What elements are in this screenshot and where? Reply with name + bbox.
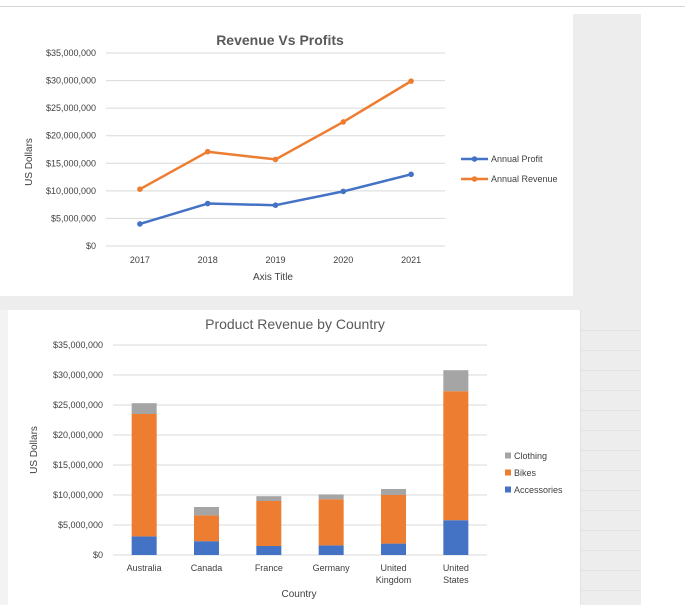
bar-segment (381, 489, 406, 495)
y-tick-label: $15,000,000 (46, 158, 96, 168)
y-tick-label: $25,000,000 (53, 400, 103, 410)
x-axis-title: Country (281, 589, 316, 600)
bar-segment (256, 501, 282, 546)
bar-segment (256, 496, 282, 501)
y-tick-label: $0 (86, 241, 96, 251)
cell-gridline (580, 510, 641, 511)
y-tick-label: $20,000,000 (46, 131, 96, 141)
y-tick-label: $10,000,000 (46, 186, 96, 196)
cell-gridline (580, 410, 641, 411)
x-tick-label: Kingdom (376, 575, 412, 585)
y-tick-label: $35,000,000 (53, 340, 103, 350)
bar-segment (194, 515, 219, 542)
bar-segment (318, 494, 344, 500)
legend-swatch (505, 469, 511, 476)
y-tick-label: $15,000,000 (53, 460, 103, 470)
cell-gridline (580, 470, 641, 471)
cell-gridline (580, 350, 641, 351)
cell-gridline (580, 450, 641, 451)
bar-segment (194, 541, 219, 555)
legend-label: Annual Profit (491, 154, 543, 164)
data-point (137, 221, 143, 227)
sheet-left-strip (0, 310, 8, 605)
x-tick-label: 2020 (333, 255, 353, 265)
y-tick-label: $35,000,000 (46, 48, 96, 58)
cell-gridline (580, 430, 641, 431)
cell-gridline (580, 550, 641, 551)
x-axis-title: Axis Title (253, 272, 293, 283)
bar-segment (443, 520, 469, 555)
bar-segment (443, 391, 469, 521)
bar-segment (381, 495, 406, 544)
chart-title: Revenue Vs Profits (216, 32, 344, 48)
bar-chart-product-revenue[interactable]: Product Revenue by Country Country US Do… (10, 310, 580, 605)
legend-marker (471, 156, 478, 162)
line-chart-revenue-vs-profits[interactable]: Revenue Vs Profits Axis Title US Dollars… (8, 14, 573, 296)
cell-gridline (580, 530, 641, 531)
cell-gridline (580, 490, 641, 491)
bar-segment (318, 499, 344, 546)
cell-gridline (580, 310, 581, 605)
legend-label: Bikes (514, 468, 537, 478)
legend-label: Accessories (514, 485, 563, 495)
line-chart-svg: Revenue Vs Profits Axis Title US Dollars… (24, 32, 558, 283)
chart-title: Product Revenue by Country (205, 316, 385, 332)
data-point (408, 171, 414, 178)
data-point (272, 156, 279, 163)
cell-gridline (580, 390, 641, 391)
sheet-background (573, 14, 641, 605)
data-point (340, 188, 347, 195)
data-point (340, 119, 347, 125)
x-tick-label: Canada (191, 563, 223, 573)
y-tick-label: $0 (93, 550, 103, 560)
cell-gridline (580, 330, 641, 331)
y-tick-label: $25,000,000 (46, 103, 96, 113)
x-tick-label: 2019 (265, 255, 285, 265)
y-tick-label: $5,000,000 (58, 520, 103, 530)
data-point (272, 202, 279, 208)
x-tick-label: 2021 (401, 255, 421, 265)
y-axis-title: US Dollars (29, 426, 40, 474)
legend-marker (471, 176, 478, 182)
legend-label: Annual Revenue (491, 174, 558, 184)
x-tick-label: United (443, 563, 469, 573)
x-tick-label: France (255, 563, 283, 573)
bar-segment (131, 536, 157, 555)
x-tick-label: 2018 (198, 255, 218, 265)
bar-segment (194, 507, 219, 516)
top-divider (0, 6, 685, 7)
bar-segment (381, 543, 406, 555)
legend-label: Clothing (514, 451, 547, 461)
x-tick-label: United (380, 563, 406, 573)
y-tick-label: $5,000,000 (51, 213, 96, 223)
y-tick-label: $30,000,000 (46, 76, 96, 86)
bar-segment (443, 370, 469, 392)
bar-segment (131, 403, 157, 414)
y-tick-label: $30,000,000 (53, 370, 103, 380)
bar-segment (131, 414, 157, 537)
cell-gridline (580, 570, 641, 571)
y-tick-label: $20,000,000 (53, 430, 103, 440)
data-point (204, 148, 211, 155)
x-tick-label: States (443, 575, 469, 585)
legend-swatch (505, 452, 511, 459)
bar-segment (256, 546, 282, 555)
x-tick-label: Australia (127, 563, 162, 573)
sheet-gap (0, 296, 573, 310)
cell-gridline (580, 590, 641, 591)
bar-segment (318, 545, 344, 555)
bar-chart-svg: Product Revenue by Country Country US Do… (29, 316, 563, 600)
data-point (137, 186, 143, 193)
y-tick-label: $10,000,000 (53, 490, 103, 500)
x-tick-label: Germany (313, 563, 351, 573)
cell-gridline (580, 370, 641, 371)
data-point (204, 200, 211, 207)
data-point (408, 78, 414, 84)
series-line (139, 173, 412, 226)
legend-swatch (505, 486, 511, 493)
series-line (139, 80, 412, 191)
y-axis-title: US Dollars (24, 138, 35, 186)
x-tick-label: 2017 (130, 255, 150, 265)
